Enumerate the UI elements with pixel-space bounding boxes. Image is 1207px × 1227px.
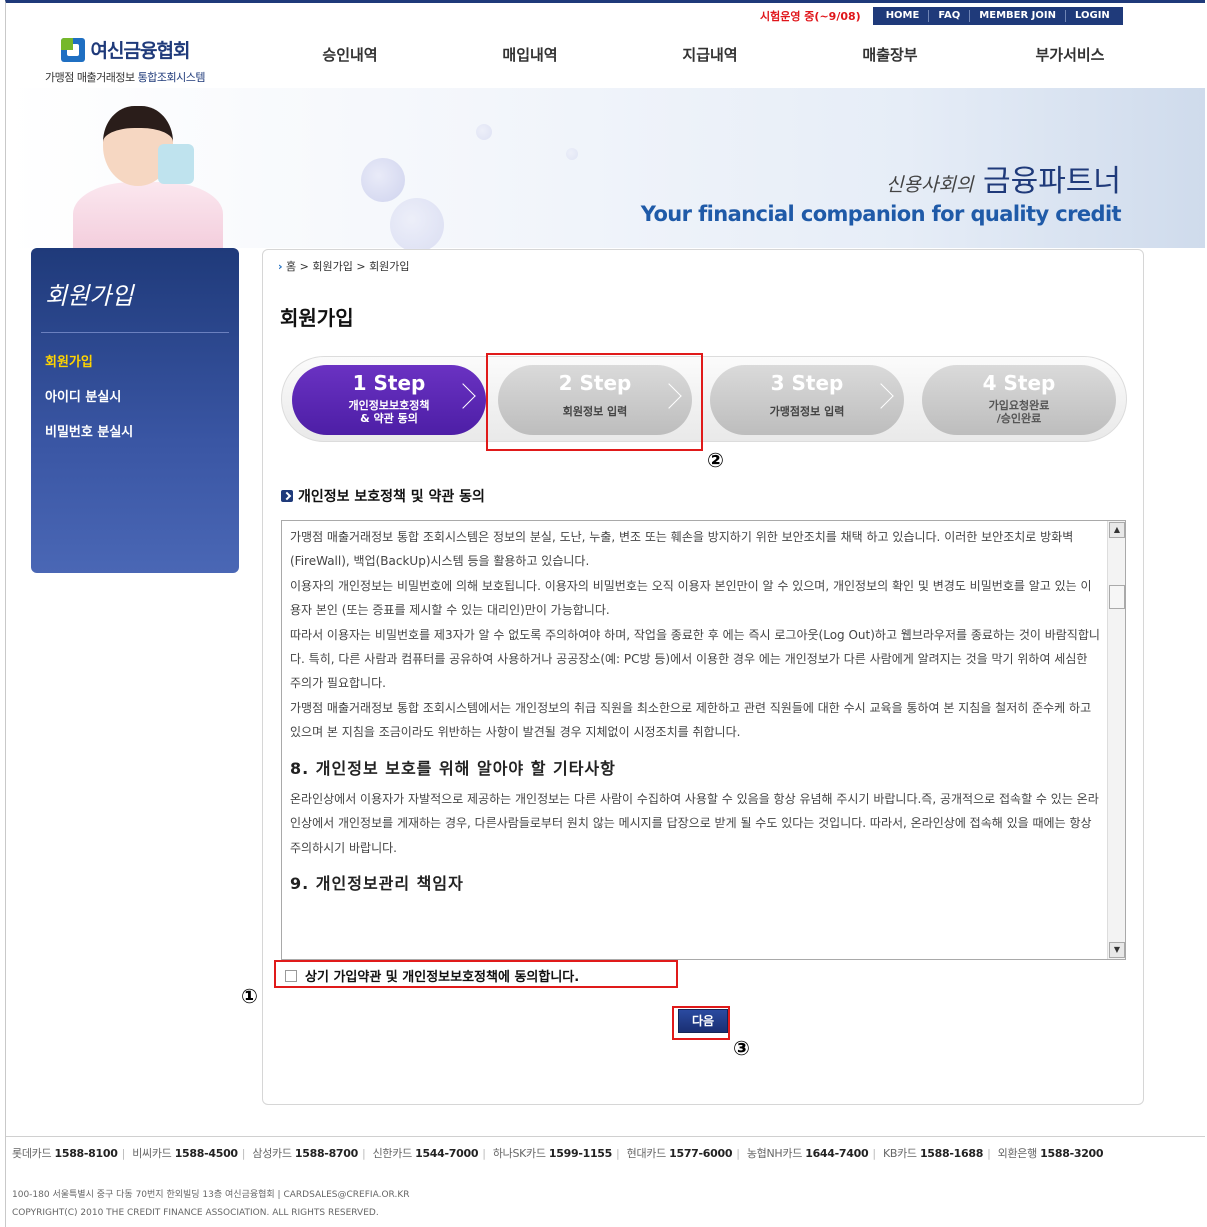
phone-item: 하나SK카드 1599-1155 [492,1147,613,1160]
step-1: 1 Step 개인정보보호정책 & 약관 동의 [292,365,486,435]
side-item-join[interactable]: 회원가입 [31,343,239,378]
phone-item: 현대카드 1577-6000 [626,1147,733,1160]
member-join-link[interactable]: MEMBER JOIN [970,10,1066,22]
logo-name: 여신금융협회 [90,40,191,62]
phone-item: 농협NH카드 1644-7400 [746,1147,869,1160]
breadcrumb: › 홈 > 회원가입 > 회원가입 [278,258,410,274]
breadcrumb-arrow-icon: › [278,260,283,273]
utility-bar: 시험운영 중(~9/08) HOME FAQ MEMBER JOIN LOGIN [760,7,1123,25]
utility-links: HOME FAQ MEMBER JOIN LOGIN [872,7,1123,25]
footer-address: 100-180 서울특별시 중구 다동 70번지 한외빌딩 13층 여신금융협회… [12,1186,409,1222]
step-4: 4 Step 가입요청완료/승인완료 [922,365,1116,435]
page-title: 회원가입 [280,306,354,330]
highlight-box-agree [274,960,678,988]
highlight-box-next [672,1006,730,1040]
phone-item: 신한카드 1544-7000 [372,1147,479,1160]
phone-item: 외환은행 1588-3200 [997,1147,1104,1160]
terms-scrollbar[interactable]: ▲ ▼ [1107,521,1125,959]
phone-item: 비씨카드 1588-4500 [132,1147,238,1160]
bubble-decoration [566,148,578,160]
side-menu-title: 회원가입 [45,282,134,310]
slogan-big: 금융파트너 [983,164,1121,199]
marker-3: ③ [733,1036,750,1060]
scroll-down-icon[interactable]: ▼ [1109,942,1125,958]
gnb-extra-services[interactable]: 부가서비스 [980,44,1160,65]
hero-banner: 신용사회의 금융파트너 Your financial companion for… [6,88,1205,262]
logo-mark-icon [60,37,85,62]
marker-1: ① [241,984,258,1008]
terms-text: 가맹점 매출거래정보 통합 조회시스템은 정보의 분실, 도난, 누출, 변조 … [290,530,1100,894]
child-photo [68,104,238,262]
footer-divider [6,1136,1205,1137]
home-link[interactable]: HOME [877,10,930,22]
marker-2: ② [707,448,724,472]
phone-item: 롯데카드 1588-8100 [12,1147,118,1160]
card-company-phones: 롯데카드 1588-8100 | 비씨카드 1588-4500 | 삼성카드 158… [12,1147,1104,1160]
side-item-find-password[interactable]: 비밀번호 분실시 [31,413,239,448]
phone-item: KB카드 1588-1688 [882,1147,984,1160]
side-menu: 회원가입 회원가입 아이디 분실시 비밀번호 분실시 [31,248,239,573]
step-3: 3 Step 가맹점정보 입력 [710,365,904,435]
bubble-decoration [476,124,492,140]
gnb-sales-ledger[interactable]: 매출장부 [800,44,980,65]
gnb-payment[interactable]: 지급내역 [620,44,800,65]
service-notice: 시험운영 중(~9/08) [760,10,861,23]
bubble-decoration [361,158,405,202]
site-logo[interactable]: 여신금융협회 가맹점 매출거래정보 통합조회시스템 [5,36,245,85]
slogan-english: Your financial companion for quality cre… [640,202,1122,226]
scroll-up-icon[interactable]: ▲ [1109,522,1125,538]
side-item-find-id[interactable]: 아이디 분실시 [31,378,239,413]
phone-item: 삼성카드 1588-8700 [252,1147,358,1160]
step-indicator: 1 Step 개인정보보호정책 & 약관 동의 2 Step 회원정보 입력 3 … [281,356,1127,442]
highlight-box-step2 [486,353,703,451]
faq-link[interactable]: FAQ [929,10,971,22]
section-title: 개인정보 보호정책 및 약관 동의 [281,486,485,506]
login-link[interactable]: LOGIN [1066,10,1119,22]
slogan-small: 신용사회의 [886,174,974,196]
bubble-decoration [390,198,444,252]
copyright: COPYRIGHT(C) 2010 THE CREDIT FINANCE ASS… [12,1208,379,1218]
address-line: 100-180 서울특별시 중구 다동 70번지 한외빌딩 13층 여신금융협회… [12,1190,410,1200]
breadcrumb-path: 홈 > 회원가입 > 회원가입 [286,260,410,273]
logo-subtitle: 가맹점 매출거래정보 통합조회시스템 [45,71,205,84]
terms-box[interactable]: 가맹점 매출거래정보 통합 조회시스템은 정보의 분실, 도난, 누출, 변조 … [281,520,1126,960]
scroll-thumb[interactable] [1109,585,1125,609]
main-navigation: 승인내역 매입내역 지급내역 매출장부 부가서비스 [260,44,1160,65]
slogan: 신용사회의 금융파트너 Your financial companion for… [640,156,1122,226]
arrow-box-icon [281,490,293,502]
content-panel: › 홈 > 회원가입 > 회원가입 회원가입 1 Step 개인정보보호정책 & … [241,249,1144,1105]
gnb-purchase[interactable]: 매입내역 [440,44,620,65]
gnb-approval[interactable]: 승인내역 [260,44,440,65]
